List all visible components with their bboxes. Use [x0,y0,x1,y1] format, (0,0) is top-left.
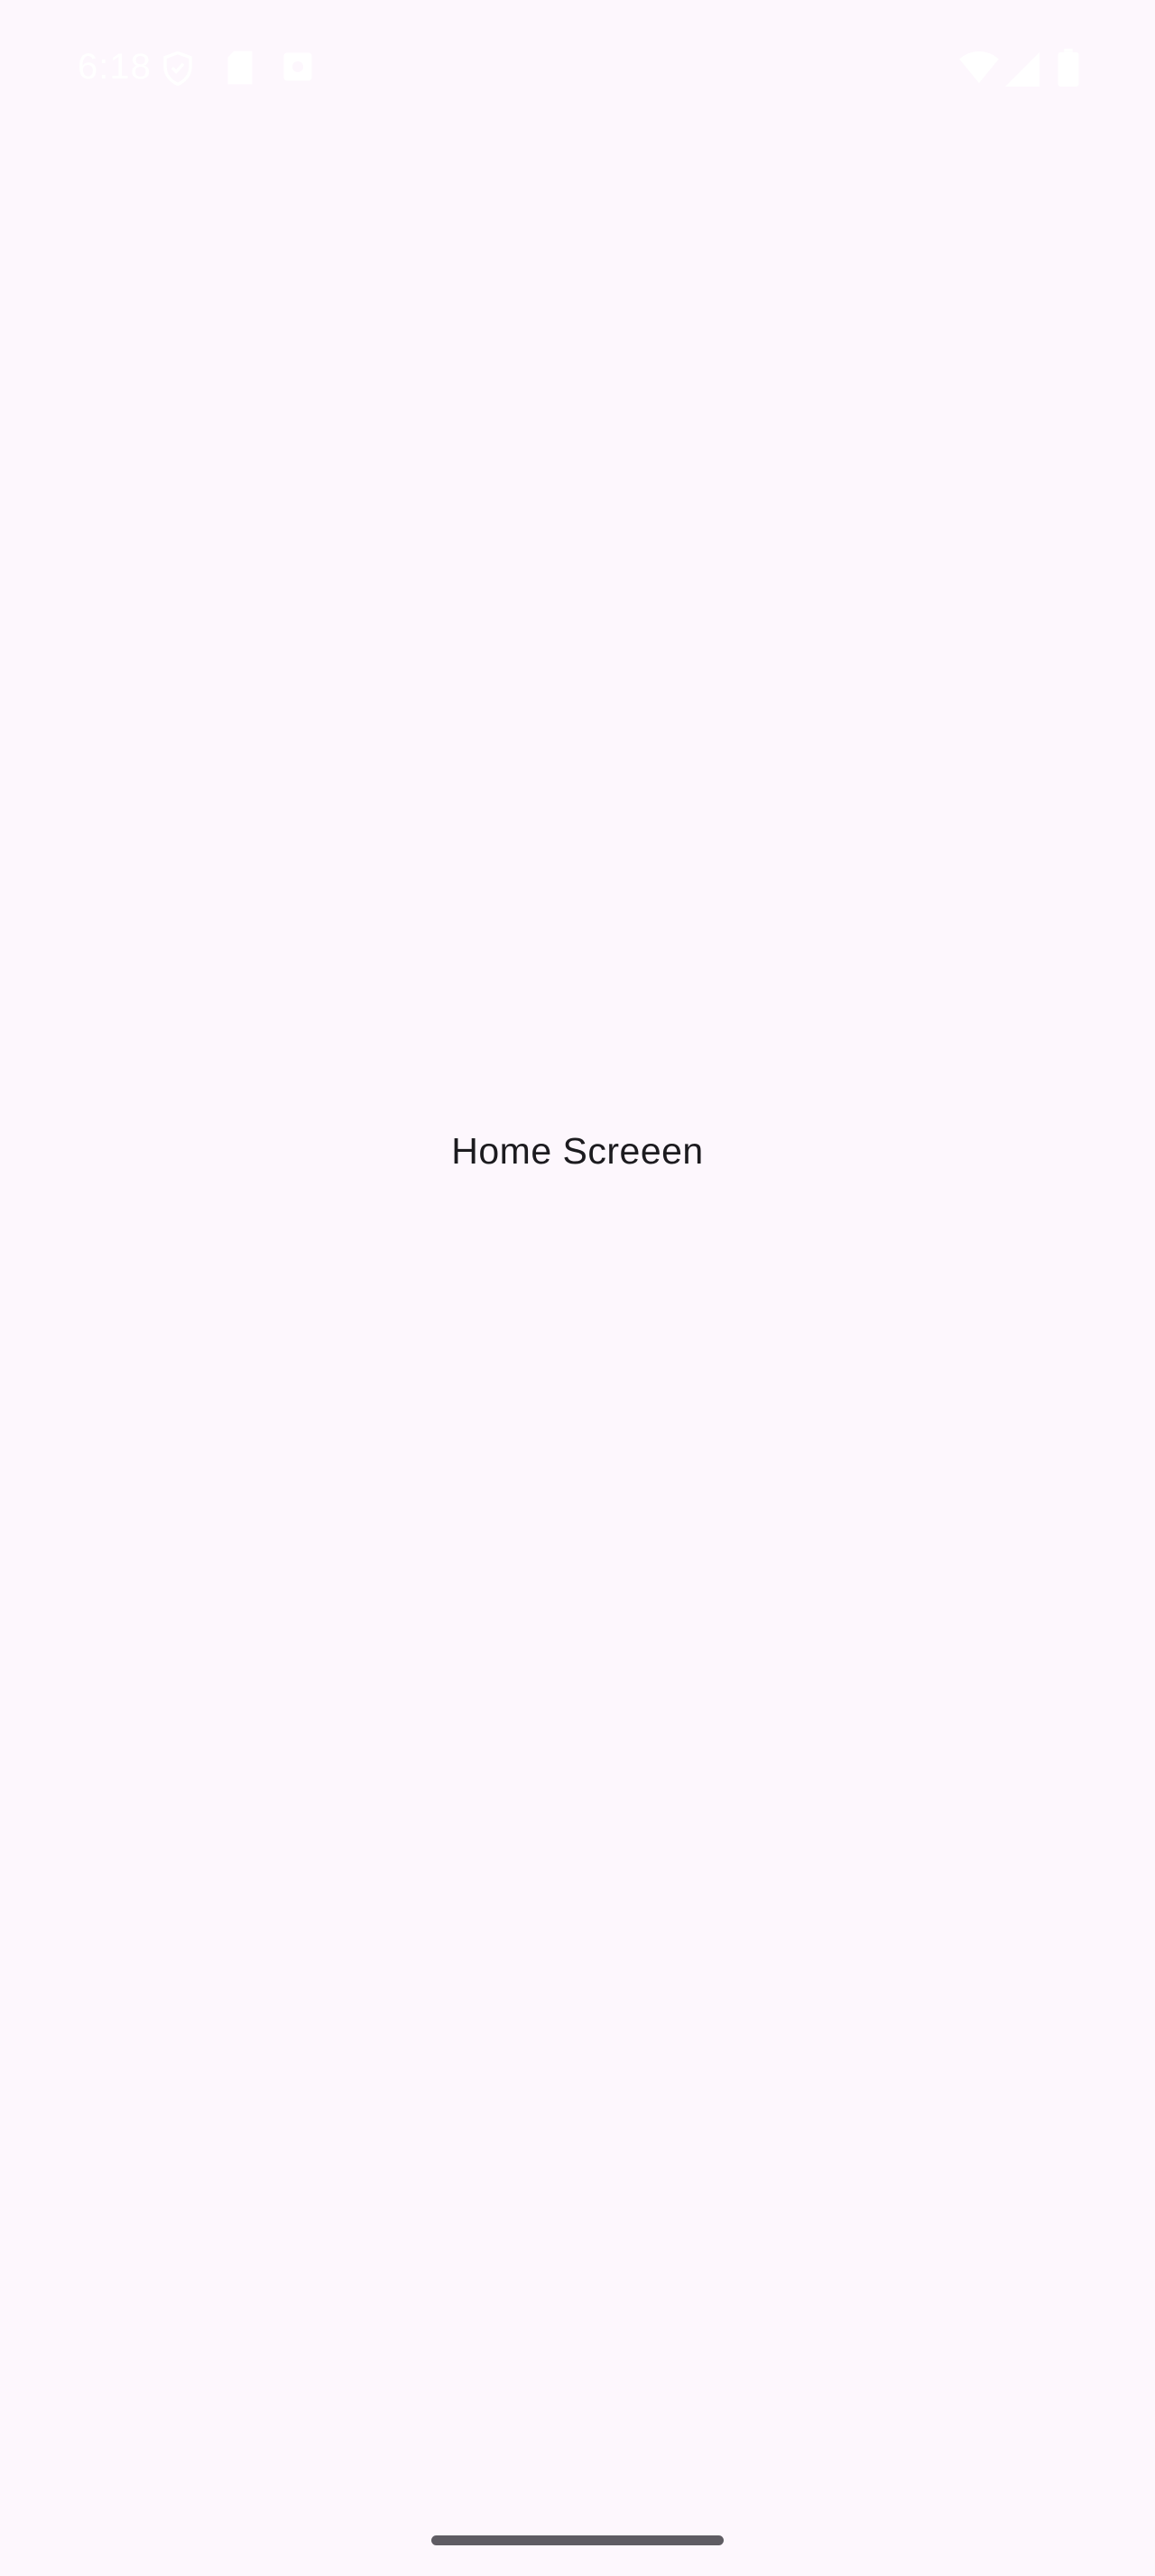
home-screen [0,135,1155,2516]
screen-record-icon [282,50,314,88]
status-bar: 6:18 [0,0,1155,135]
sd-card-icon [224,50,256,90]
wifi-icon [958,51,1000,89]
navigation-gesture-handle[interactable] [431,2535,724,2545]
page-title: Home Screeen [451,1130,704,1172]
battery-icon [1058,49,1079,91]
vpn-shield-icon [159,50,197,92]
status-time: 6:18 [78,47,152,87]
cellular-signal-icon [1005,52,1040,91]
